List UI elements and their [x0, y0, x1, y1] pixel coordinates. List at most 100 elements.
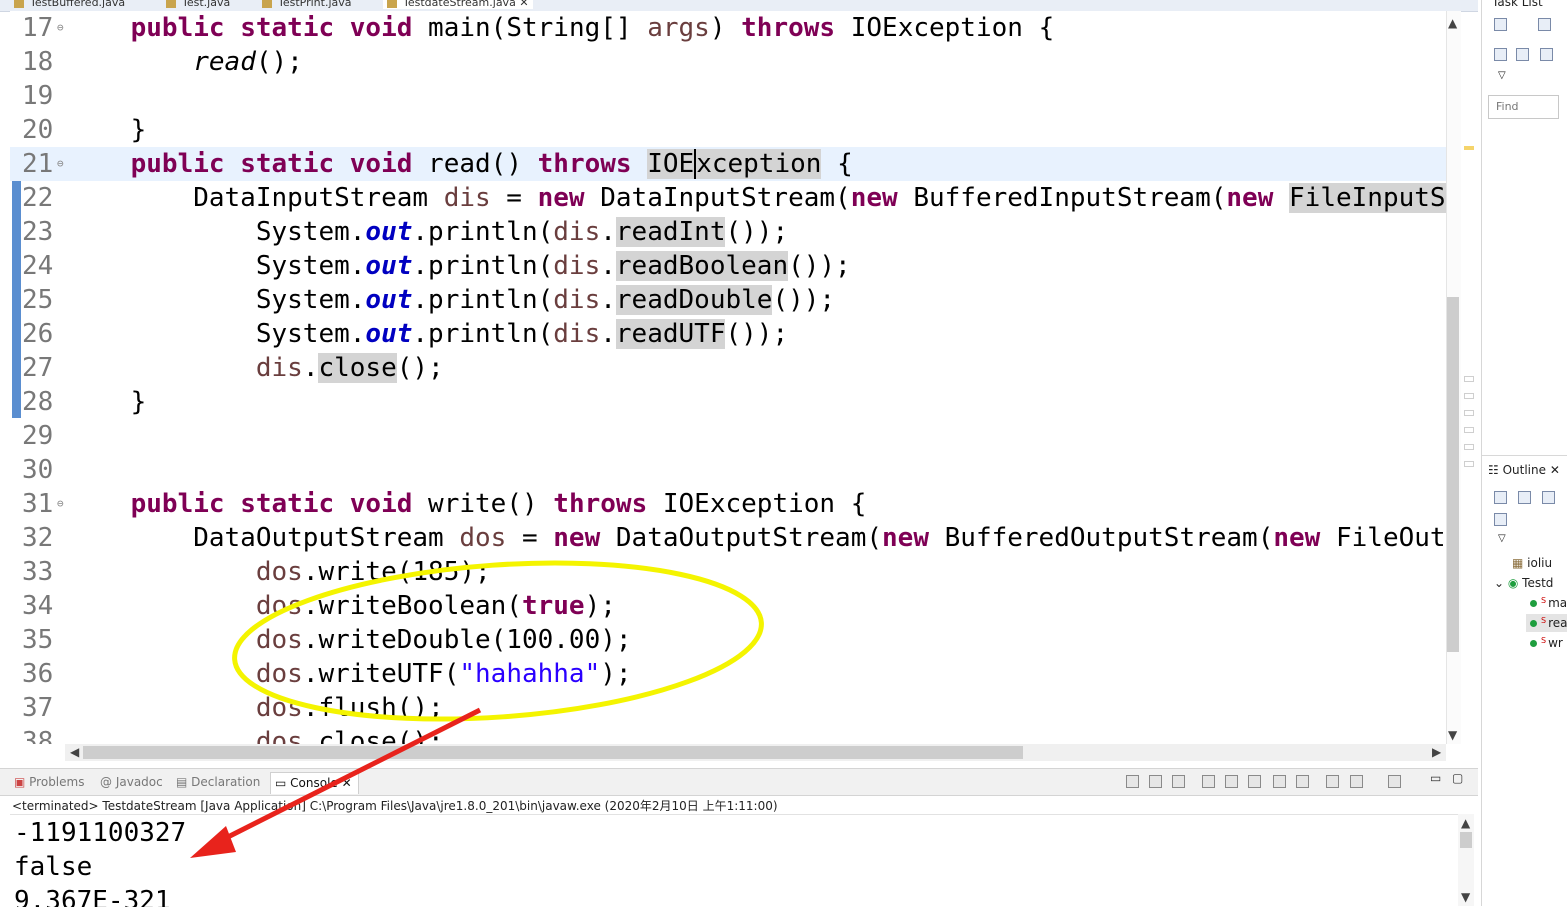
code-line[interactable]: 32 DataOutputStream dos = new DataOutput… [10, 521, 1446, 555]
expand-icon: ⌄ [1494, 576, 1508, 590]
occurrence-marker[interactable] [1464, 461, 1474, 467]
maximize-icon[interactable]: ▢ [1452, 771, 1463, 785]
outline-method-read[interactable]: Srea [1526, 614, 1567, 632]
scroll-down-icon[interactable]: ▼ [1461, 890, 1470, 904]
task-find-input[interactable]: Find [1488, 95, 1559, 119]
code-text: public static void read() throws IOExcep… [130, 149, 853, 179]
outline-icon: ☷ [1488, 463, 1503, 477]
scroll-down-icon[interactable]: ▼ [1448, 728, 1457, 742]
code-text: dos.writeDouble(100.00); [255, 625, 632, 655]
terminate-icon[interactable] [1126, 775, 1139, 788]
line-number: 19 [22, 81, 54, 111]
close-icon[interactable]: ✕ [1550, 463, 1560, 477]
occurrence-marker[interactable] [1464, 376, 1474, 382]
minimize-icon[interactable]: ▭ [1430, 771, 1441, 785]
tab-testbuffered[interactable]: TestBuffered.java [14, 0, 125, 9]
close-tab-icon[interactable]: ✕ [519, 0, 528, 9]
code-line[interactable]: 34 dos.writeBoolean(true); [10, 589, 1446, 623]
close-icon[interactable]: ✕ [342, 776, 352, 790]
scroll-lock-icon[interactable] [1225, 775, 1238, 788]
outline-menu-icon[interactable]: ▽ [1498, 533, 1506, 544]
hide-nonpublic-icon[interactable] [1494, 513, 1507, 526]
occurrence-marker[interactable] [1464, 427, 1474, 433]
show-on-stderr-icon[interactable] [1296, 775, 1309, 788]
code-line[interactable]: 24 System.out.println(dis.readBoolean())… [10, 249, 1446, 283]
class-icon: ◉ [1507, 576, 1523, 590]
hide-fields-icon[interactable] [1494, 491, 1507, 504]
collapse-all-icon[interactable] [1540, 48, 1553, 61]
code-line[interactable]: 28 } [10, 385, 1446, 419]
code-line[interactable]: 35 dos.writeDouble(100.00); [10, 623, 1446, 657]
display-console-icon[interactable] [1350, 775, 1363, 788]
code-editor[interactable]: 17 ⊖ public static void main(String[] arg… [10, 11, 1446, 744]
line-number: 37 [22, 693, 54, 723]
code-line[interactable]: 33 dos.write(185); [10, 555, 1446, 589]
code-line[interactable]: 21 ⊖ public static void read() throws IOE… [10, 147, 1446, 181]
scroll-up-icon[interactable]: ▲ [1448, 16, 1457, 30]
tab-test[interactable]: Test.java [166, 0, 230, 9]
console-scrollbar[interactable]: ▲ ▼ [1458, 814, 1474, 906]
fold-icon[interactable]: ⊖ [57, 147, 64, 181]
tab-javadoc[interactable]: @ Javadoc [100, 775, 163, 789]
code-line[interactable]: 31 ⊖ public static void write() throws IO… [10, 487, 1446, 521]
code-text: System.out.println(dis.readUTF()); [68, 319, 789, 349]
console-scrollbar-thumb[interactable] [1460, 832, 1472, 848]
occurrence-marker[interactable] [1464, 444, 1474, 450]
filter-icon[interactable] [1494, 48, 1507, 61]
outline-package[interactable]: ▦ ioliu [1512, 556, 1552, 570]
outline-title[interactable]: ☷ Outline ✕ [1488, 463, 1560, 477]
code-line[interactable]: 19 [10, 79, 1446, 113]
code-line[interactable]: 18 read(); [10, 45, 1446, 79]
code-line[interactable]: 30 [10, 453, 1446, 487]
new-task-icon[interactable] [1494, 18, 1507, 31]
outline-method-main[interactable]: Sma [1530, 596, 1567, 610]
remove-all-terminated-icon[interactable] [1172, 775, 1185, 788]
code-line[interactable]: 22 DataInputStream dis = new DataInputSt… [10, 181, 1446, 215]
open-console-icon[interactable] [1388, 775, 1401, 788]
tab-problems[interactable]: ▣ Problems [14, 775, 84, 789]
outline-method-write[interactable]: Swr [1530, 636, 1563, 650]
line-number: 29 [22, 421, 54, 451]
public-method-icon [1530, 640, 1537, 647]
hide-static-icon[interactable] [1518, 491, 1531, 504]
tab-testprint[interactable]: TestPrint.java [262, 0, 352, 9]
categorize-icon[interactable] [1538, 18, 1551, 31]
show-on-stdout-icon[interactable] [1273, 775, 1286, 788]
scroll-right-icon[interactable]: ▶ [1432, 745, 1441, 759]
occurrence-marker[interactable] [1464, 410, 1474, 416]
tab-testdatestream[interactable]: TestdateStream.java ✕ [383, 0, 533, 9]
fold-icon[interactable]: ⊖ [57, 487, 64, 521]
console-output[interactable]: -1191100327 false 9.367E-321 [10, 814, 1458, 907]
horizontal-scrollbar[interactable] [65, 744, 1446, 761]
code-text: dos.write(185); [255, 557, 491, 587]
fold-icon[interactable]: ⊖ [57, 11, 64, 45]
code-line[interactable]: 25 System.out.println(dis.readDouble()); [10, 283, 1446, 317]
code-line[interactable]: 17 ⊖ public static void main(String[] arg… [10, 11, 1446, 45]
task-list-title[interactable]: Task List [1492, 0, 1543, 9]
remove-launch-icon[interactable] [1149, 775, 1162, 788]
code-line[interactable]: 27 dis.close(); [10, 351, 1446, 385]
word-wrap-icon[interactable] [1248, 775, 1261, 788]
code-line[interactable]: 38 dos.close(); [10, 725, 1446, 744]
code-line[interactable]: 26 System.out.println(dis.readUTF()); [10, 317, 1446, 351]
sort-icon[interactable] [1542, 491, 1555, 504]
code-line[interactable]: 36 dos.writeUTF("hahahha"); [10, 657, 1446, 691]
tab-declaration[interactable]: ▤ Declaration [176, 775, 260, 789]
pin-console-icon[interactable] [1326, 775, 1339, 788]
code-line[interactable]: 37 dos.flush(); [10, 691, 1446, 725]
code-line[interactable]: 20 } [10, 113, 1446, 147]
clear-console-icon[interactable] [1202, 775, 1215, 788]
scroll-up-icon[interactable]: ▲ [1461, 816, 1470, 830]
warning-marker[interactable] [1464, 146, 1474, 150]
code-line[interactable]: 29 [10, 419, 1446, 453]
vertical-scrollbar-thumb[interactable] [1447, 297, 1459, 652]
code-line[interactable]: 23 System.out.println(dis.readInt()); [10, 215, 1446, 249]
focus-icon[interactable] [1516, 48, 1529, 61]
tab-console[interactable]: ▭ Console ✕ [270, 772, 359, 794]
right-side-pane: Task List ▽ Find ☷ Outline ✕ ▽ ▦ ioliu ⌄… [1481, 0, 1567, 906]
occurrence-marker[interactable] [1464, 393, 1474, 399]
outline-class[interactable]: ⌄ ◉ Testd [1494, 576, 1553, 590]
view-menu-icon[interactable]: ▽ [1498, 70, 1506, 81]
scroll-left-icon[interactable]: ◀ [70, 745, 79, 759]
horizontal-scrollbar-thumb[interactable] [83, 746, 1023, 759]
